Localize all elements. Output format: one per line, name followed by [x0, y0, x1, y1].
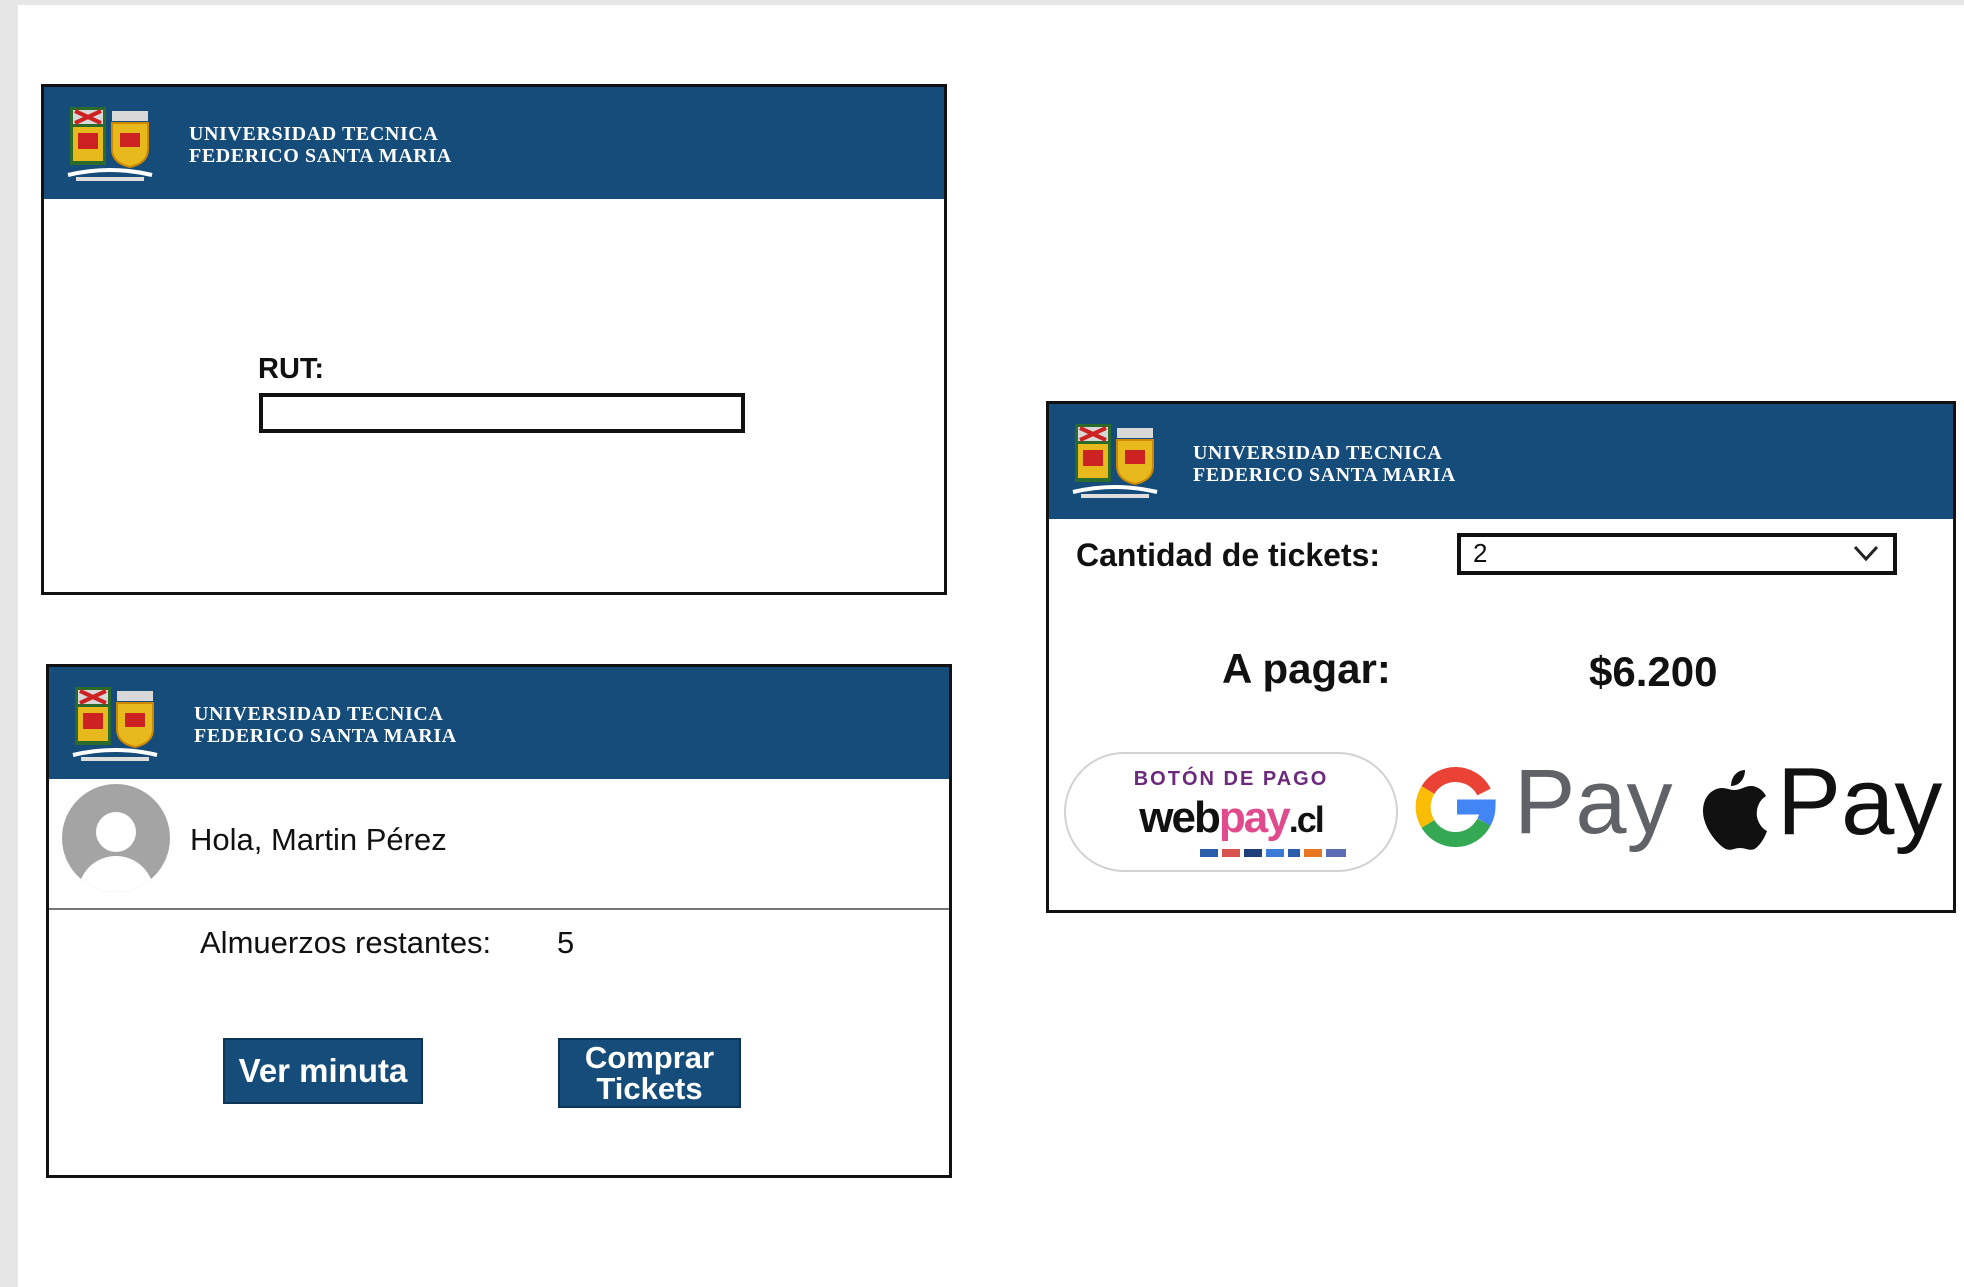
rut-label: RUT: — [258, 353, 325, 385]
university-name-line1: UNIVERSIDAD TECNICA — [189, 123, 439, 145]
ticket-quantity-value: 2 — [1473, 538, 1488, 568]
chevron-down-icon — [1853, 545, 1879, 562]
lunches-remaining-label: Almuerzos restantes: — [200, 925, 492, 960]
google-pay-label: Pay — [1514, 751, 1673, 853]
apple-icon — [1703, 770, 1767, 850]
purchase-screen: UNIVERSIDAD TECNICA FEDERICO SANTA MARIA… — [1046, 401, 1956, 913]
amount-to-pay-label: A pagar: — [1222, 645, 1391, 692]
university-name-line2: FEDERICO SANTA MARIA — [194, 725, 457, 747]
home-screen: UNIVERSIDAD TECNICA FEDERICO SANTA MARIA… — [46, 664, 952, 1178]
webpay-logo-pay: pay — [1218, 793, 1291, 842]
google-g-icon — [1415, 766, 1496, 848]
avatar-body — [78, 856, 154, 892]
webpay-logo: webpay.cl — [1066, 796, 1396, 842]
utfsm-logo-icon — [67, 107, 153, 181]
university-header: UNIVERSIDAD TECNICA FEDERICO SANTA MARIA — [44, 87, 944, 199]
user-avatar-icon — [62, 784, 170, 892]
university-name-line2: FEDERICO SANTA MARIA — [1193, 464, 1456, 486]
ticket-quantity-label: Cantidad de tickets: — [1076, 537, 1381, 573]
webpay-button[interactable]: BOTÓN DE PAGO webpay.cl — [1064, 752, 1398, 872]
buy-tickets-button[interactable]: Comprar Tickets — [558, 1038, 741, 1108]
user-greeting: Hola, Martin Pérez — [190, 822, 447, 857]
apple-pay-button[interactable]: Pay — [1689, 750, 1953, 859]
university-name-line1: UNIVERSIDAD TECNICA — [194, 703, 444, 725]
amount-to-pay-value: $6.200 — [1589, 648, 1718, 695]
window-left-edge — [0, 0, 18, 1287]
university-name-line2: FEDERICO SANTA MARIA — [189, 145, 452, 167]
view-menu-button[interactable]: Ver minuta — [223, 1038, 423, 1104]
apple-pay-label: Pay — [1777, 748, 1943, 855]
window-top-edge — [0, 0, 1964, 5]
login-screen: UNIVERSIDAD TECNICA FEDERICO SANTA MARIA… — [41, 84, 947, 595]
university-name-line1: UNIVERSIDAD TECNICA — [1193, 442, 1443, 464]
webpay-logo-cl: .cl — [1288, 799, 1325, 840]
university-header: UNIVERSIDAD TECNICA FEDERICO SANTA MARIA — [49, 667, 949, 779]
university-name: UNIVERSIDAD TECNICA FEDERICO SANTA MARIA — [194, 703, 457, 747]
ticket-quantity-select[interactable]: 2 — [1457, 533, 1897, 575]
card-brands-icon — [1200, 849, 1346, 857]
avatar-head — [96, 812, 136, 852]
utfsm-logo-icon — [72, 687, 158, 761]
university-header: UNIVERSIDAD TECNICA FEDERICO SANTA MARIA — [1049, 404, 1953, 519]
university-name: UNIVERSIDAD TECNICA FEDERICO SANTA MARIA — [1193, 442, 1456, 486]
webpay-caption: BOTÓN DE PAGO — [1133, 768, 1329, 790]
utfsm-logo-icon — [1072, 424, 1158, 498]
rut-input[interactable] — [259, 393, 745, 433]
google-pay-button[interactable]: Pay — [1411, 752, 1673, 859]
lunches-remaining-value: 5 — [557, 925, 575, 960]
university-name: UNIVERSIDAD TECNICA FEDERICO SANTA MARIA — [189, 123, 452, 167]
divider — [49, 908, 949, 910]
webpay-logo-web: web — [1139, 793, 1221, 842]
